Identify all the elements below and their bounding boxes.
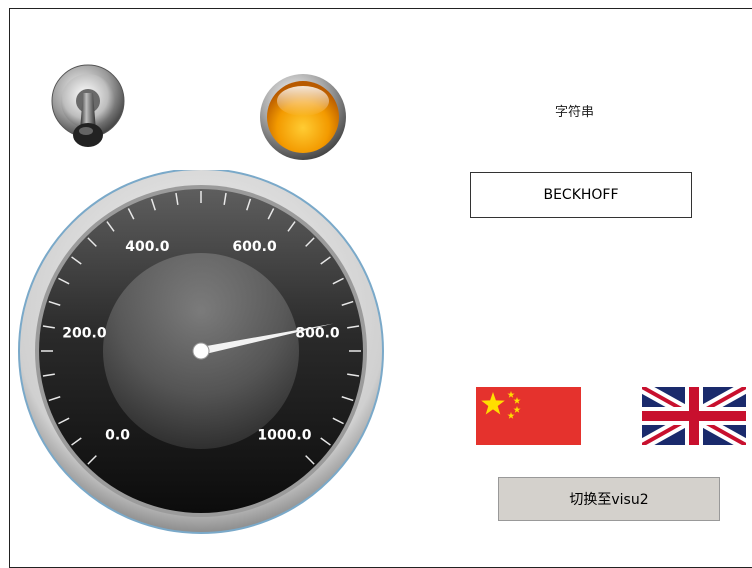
switch-to-visu2-button[interactable]: 切换至visu2 [498,477,720,521]
flag-china-icon[interactable] [476,387,581,445]
flag-uk-icon[interactable] [642,387,746,445]
switch-button-label: 切换至visu2 [569,492,649,508]
gauge-meter: 0.0 200.0 400.0 600.0 800.0 1000.0 [18,170,384,534]
gauge-scale-label: 1000.0 [257,427,311,443]
string-label: 字符串 [555,105,595,120]
gauge-scale-label: 200.0 [62,326,107,342]
gauge-scale-label: 600.0 [232,239,277,255]
gauge-scale-label: 800.0 [295,326,340,342]
gauge-scale-label: 400.0 [125,239,170,255]
gauge-needle-hub [192,342,210,360]
toggle-switch-icon[interactable] [50,63,126,159]
indicator-lamp-icon [260,74,346,160]
string-display-field: BECKHOFF [470,172,692,218]
gauge-scale-label: 0.0 [105,427,130,443]
string-display-value: BECKHOFF [543,187,619,203]
